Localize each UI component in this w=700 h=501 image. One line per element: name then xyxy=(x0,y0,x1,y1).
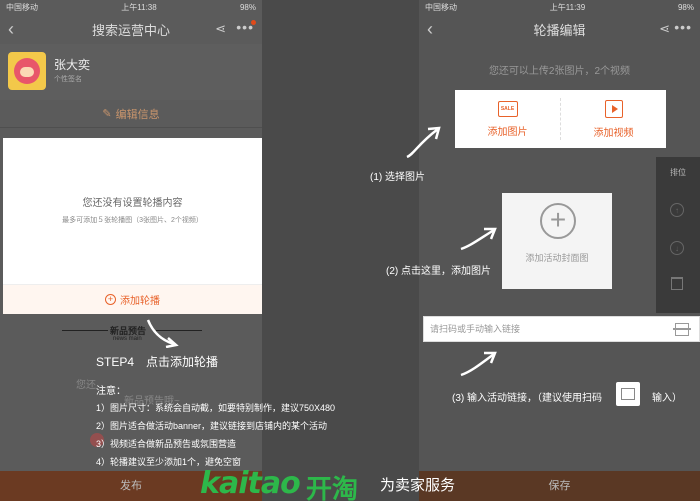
add-video-label: 添加视频 xyxy=(593,127,634,139)
status-time: 上午11:39 xyxy=(549,2,586,12)
scan-icon xyxy=(616,382,640,406)
upload-hint: 您还可以上传2张图片，2个视频 xyxy=(488,66,631,77)
avatar xyxy=(8,52,46,90)
edit-icon: ✎ xyxy=(102,108,112,120)
add-carousel-label: 添加轮播 xyxy=(120,296,160,307)
notes-title: 注意： xyxy=(96,386,126,397)
note-2: 2）图片适合做活动banner，建议链接到店铺内的某个活动 xyxy=(96,421,328,431)
add-cover-button[interactable]: + 添加活动封面图 xyxy=(502,193,612,289)
arrow-icon xyxy=(460,351,497,377)
plus-icon: + xyxy=(540,203,576,239)
annotation-3: (3) 输入活动链接，（建议使用扫码 xyxy=(452,393,602,404)
note-1: 1）图片尺寸：系统会自动截，如要特别制作，建议750X480 xyxy=(96,403,336,413)
back-icon[interactable]: ‹ xyxy=(8,19,14,40)
kaitao-logo-cn: 开淘 xyxy=(306,474,359,501)
upload-options: SALE 添加图片 添加视频 xyxy=(455,90,666,148)
notification-dot xyxy=(251,20,256,25)
carousel-empty-text: 您还没有设置轮播内容 xyxy=(82,198,183,209)
add-image-button[interactable]: SALE 添加图片 xyxy=(455,90,560,148)
annotation-2: (2) 点击这里，添加图片 xyxy=(386,266,491,277)
arrow-icon xyxy=(406,126,441,159)
scan-icon[interactable] xyxy=(673,323,691,336)
empty-news-text: 您还 xyxy=(76,380,96,391)
add-cover-label: 添加活动封面图 xyxy=(525,253,589,263)
user-name: 张大奕 xyxy=(54,58,91,72)
step4-title: STEP4 点击添加轮播 xyxy=(96,355,219,369)
battery: 98% xyxy=(239,2,256,12)
link-input[interactable] xyxy=(430,321,660,337)
kaitao-logo: kaitao xyxy=(200,466,301,501)
move-up-icon[interactable]: ↑ xyxy=(670,203,684,217)
share-icon[interactable]: ⋖ xyxy=(659,21,670,37)
user-signature: 个性签名 xyxy=(54,76,82,83)
add-image-label: 添加图片 xyxy=(487,126,528,138)
plus-icon: + xyxy=(105,294,116,305)
share-icon[interactable]: ⋖ xyxy=(215,21,226,37)
move-down-icon[interactable]: ↓ xyxy=(670,241,684,255)
arrow-icon xyxy=(146,319,179,348)
save-button[interactable]: 保存 xyxy=(419,471,700,501)
carrier: 中国移动 xyxy=(6,2,38,12)
status-time: 上午11:38 xyxy=(121,2,157,12)
battery: 98% xyxy=(677,2,694,12)
edit-info-button[interactable]: ✎ 编辑信息 xyxy=(0,100,262,128)
annotation-3-end: 输入） xyxy=(652,393,682,404)
sale-image-icon: SALE xyxy=(497,100,518,117)
carousel-hint: 最多可添加５张轮播图（3张图片、2个视频） xyxy=(62,217,203,224)
add-carousel-button[interactable]: + 添加轮播 xyxy=(3,284,262,314)
sort-label: 排位 xyxy=(670,168,686,177)
note-3: 3）视频适合做新品预告或氛围营造 xyxy=(96,439,237,449)
tagline: 为卖家服务 xyxy=(380,477,456,494)
sort-panel: 排位 ↑ ↓ xyxy=(656,157,700,313)
profile-header: 张大奕 个性签名 xyxy=(0,44,262,100)
status-bar: 中国移动 上午11:38 98% xyxy=(0,0,262,14)
status-bar: 中国移动 上午11:39 98% xyxy=(419,0,700,14)
section-line-left xyxy=(62,330,108,331)
add-video-button[interactable]: 添加视频 xyxy=(561,90,666,148)
nav-bar: ‹ 搜索运营中心 ⋖ ••• xyxy=(0,14,262,44)
page-title: 轮播编辑 xyxy=(533,22,586,38)
link-field xyxy=(423,316,700,342)
page-title: 搜索运营中心 xyxy=(91,22,170,38)
video-icon xyxy=(604,99,623,118)
carousel-card: 您还没有设置轮播内容 最多可添加５张轮播图（3张图片、2个视频） + 添加轮播 xyxy=(3,138,262,314)
annotation-1: (1) 选择图片 xyxy=(370,172,425,183)
trash-icon[interactable] xyxy=(671,277,683,290)
edit-info-label: 编辑信息 xyxy=(115,108,160,121)
arrow-icon xyxy=(460,227,497,251)
section-subtitle: news main xyxy=(113,336,142,342)
carrier: 中国移动 xyxy=(425,2,457,12)
nav-bar: ‹ 轮播编辑 ⋖ ••• xyxy=(419,14,700,44)
more-icon[interactable]: ••• xyxy=(674,19,692,35)
back-icon[interactable]: ‹ xyxy=(427,19,433,40)
